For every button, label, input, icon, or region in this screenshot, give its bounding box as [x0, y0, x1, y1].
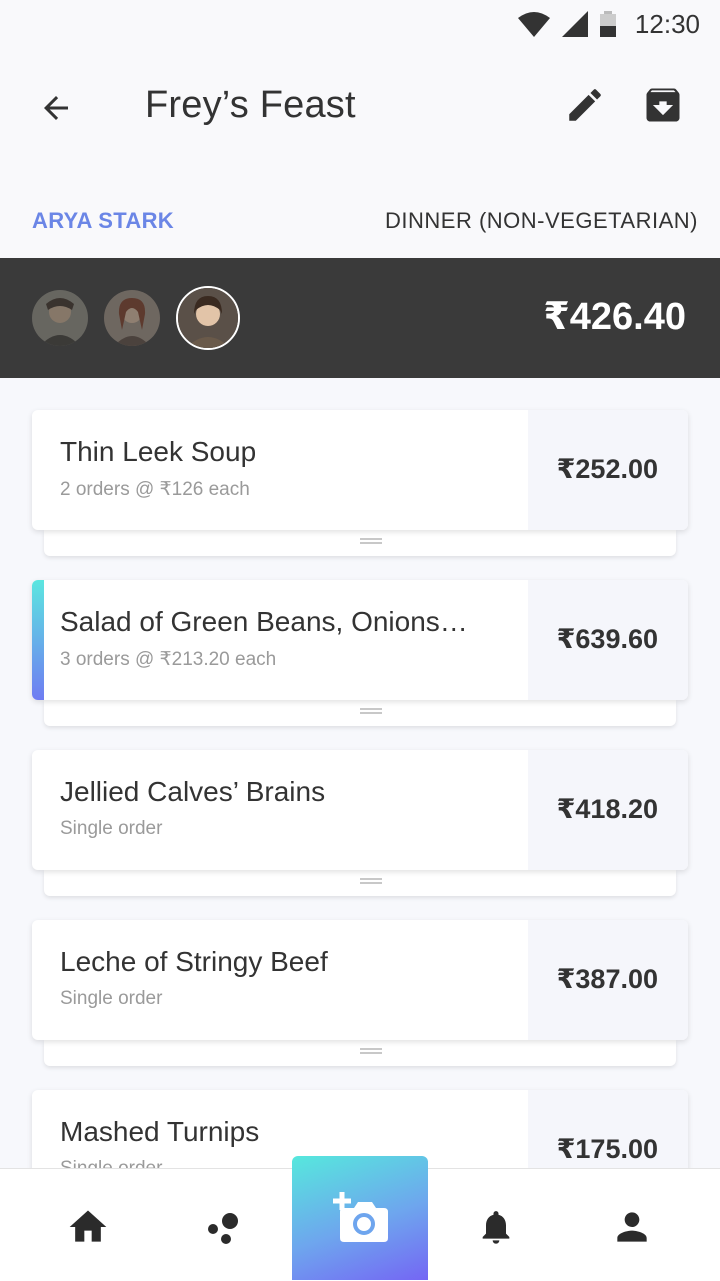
- nav-profile[interactable]: [602, 1197, 662, 1257]
- status-time: 12:30: [634, 8, 700, 39]
- item-detail: Single order: [60, 818, 163, 839]
- signal-icon: [561, 11, 588, 37]
- page-title: Frey’s Feast: [145, 84, 356, 126]
- drag-handle-tab[interactable]: [44, 870, 676, 896]
- back-button[interactable]: [32, 84, 80, 132]
- person-icon: [617, 1212, 647, 1242]
- price-box: ₹418.20: [528, 750, 688, 870]
- drag-handle-icon: [360, 1048, 382, 1054]
- bell-icon: [482, 1211, 510, 1244]
- item-detail: Single order: [60, 988, 163, 1009]
- user-name[interactable]: ARYA STARK: [32, 208, 174, 234]
- item-detail: 3 orders @ ₹213.20 each: [60, 649, 277, 670]
- drag-handle-icon: [360, 538, 382, 544]
- list-item[interactable]: Thin Leek Soup 2 orders @ ₹126 each ₹252…: [32, 410, 688, 556]
- groups-icon: [208, 1213, 238, 1244]
- status-bar: 12:30: [0, 0, 720, 48]
- home-icon: [69, 1210, 107, 1242]
- item-name: Mashed Turnips: [60, 1116, 260, 1147]
- item-price: ₹387.00: [556, 964, 658, 994]
- drag-handle-tab[interactable]: [44, 1040, 676, 1066]
- edit-button[interactable]: [560, 80, 610, 130]
- avatar[interactable]: [32, 290, 88, 346]
- drag-handle-icon: [360, 878, 382, 884]
- add-photo-icon: [333, 1192, 388, 1242]
- avatar-active[interactable]: [176, 286, 240, 350]
- expense-list: Thin Leek Soup 2 orders @ ₹126 each ₹252…: [0, 378, 720, 1168]
- status-icons: 12:30: [517, 8, 700, 40]
- item-name: Thin Leek Soup: [60, 436, 257, 467]
- item-card: Thin Leek Soup 2 orders @ ₹126 each ₹252…: [32, 410, 688, 530]
- item-price: ₹639.60: [556, 624, 658, 654]
- wifi-icon: [517, 12, 550, 37]
- add-photo-button[interactable]: [292, 1156, 428, 1280]
- item-name: Leche of Stringy Beef: [60, 946, 328, 977]
- nav-home[interactable]: [58, 1197, 118, 1257]
- avatar[interactable]: [104, 290, 160, 346]
- drag-handle-icon: [360, 708, 382, 714]
- drag-handle-tab[interactable]: [44, 700, 676, 726]
- pencil-icon: [569, 89, 601, 121]
- price-box: ₹252.00: [528, 410, 688, 530]
- item-card: Leche of Stringy Beef Single order ₹387.…: [32, 920, 688, 1040]
- summary-bar: ₹426.40: [0, 258, 720, 378]
- archive-button[interactable]: [638, 80, 688, 130]
- drag-handle-tab[interactable]: [44, 530, 676, 556]
- item-name: Salad of Green Beans, Onions…: [60, 606, 468, 637]
- price-box: ₹639.60: [528, 580, 688, 700]
- item-price: ₹418.20: [556, 794, 658, 824]
- item-detail: Single order: [60, 1158, 162, 1168]
- battery-icon: [599, 11, 616, 37]
- meal-type: DINNER (NON-VEGETARIAN): [385, 208, 698, 233]
- nav-groups[interactable]: [194, 1197, 254, 1257]
- item-detail: 2 orders @ ₹126 each: [60, 479, 250, 500]
- total-amount: ₹426.40: [543, 296, 686, 338]
- app-bar: Frey’s Feast: [0, 48, 720, 168]
- arrow-back-icon: [44, 96, 68, 120]
- item-name: Jellied Calves’ Brains: [60, 776, 326, 807]
- item-card: Jellied Calves’ Brains Single order ₹418…: [32, 750, 688, 870]
- selected-indicator: [32, 580, 44, 700]
- meta-row: ARYA STARK DINNER (NON-VEGETARIAN): [0, 168, 720, 258]
- list-item[interactable]: Jellied Calves’ Brains Single order ₹418…: [32, 750, 688, 896]
- list-item[interactable]: Leche of Stringy Beef Single order ₹387.…: [32, 920, 688, 1066]
- list-item[interactable]: Salad of Green Beans, Onions… 3 orders @…: [32, 580, 688, 726]
- archive-icon: [646, 88, 680, 122]
- price-box: ₹175.00: [528, 1090, 688, 1168]
- item-price: ₹175.00: [556, 1134, 658, 1164]
- item-price: ₹252.00: [556, 454, 658, 484]
- item-card: Salad of Green Beans, Onions… 3 orders @…: [32, 580, 688, 700]
- price-box: ₹387.00: [528, 920, 688, 1040]
- nav-notifications[interactable]: [466, 1197, 526, 1257]
